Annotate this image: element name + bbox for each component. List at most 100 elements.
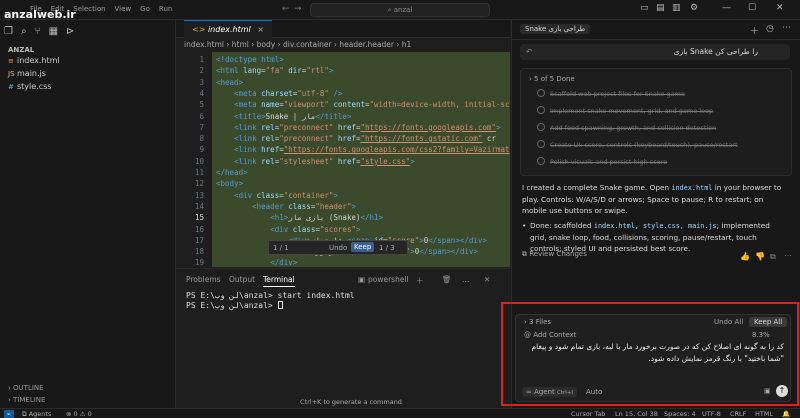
more-icon[interactable]: … [462,275,470,284]
code-line[interactable]: <div class="container"> [216,191,338,200]
debug-icon[interactable]: ⊳ [66,26,74,37]
todo-item: Implement snake movement, grid, and game… [537,106,713,115]
trash-icon[interactable]: 🗑 [442,275,452,284]
breadcrumb-item[interactable]: body [257,40,276,49]
breadcrumb-item[interactable]: header.header [339,40,394,49]
back-arrow-icon[interactable]: ← [282,4,290,14]
file-style-css[interactable]: # style.css [8,82,51,91]
source-control-icon[interactable]: ⑂ [35,26,41,37]
breadcrumb-item[interactable]: index.html [184,40,224,49]
tab-output[interactable]: Output [229,275,255,284]
add-context-button[interactable]: @ Add Context [524,331,576,339]
close-icon[interactable]: ✕ [776,3,784,13]
forward-arrow-icon[interactable]: → [294,4,302,14]
js-icon: JS [8,70,15,78]
agents-label: Agents [28,410,52,418]
indentation-status[interactable]: Spaces: 4 [664,410,696,418]
code-line[interactable]: <link rel="preconnect" href="https://fon… [216,134,496,143]
menu-view[interactable]: View [115,5,132,13]
keep-all-button[interactable]: Keep All [749,317,788,327]
tab-index-html[interactable]: <> index.html × [184,20,272,38]
code-line[interactable]: <!doctype html> [216,55,284,64]
file-index-html[interactable]: ≡ index.html [8,56,60,65]
panel-icon[interactable]: ▤ [656,3,665,13]
review-changes-button[interactable]: ⧉ Review Changes [522,250,587,259]
terminal-line[interactable]: PS E:\لن وب\anzal> [186,301,283,310]
remote-icon[interactable]: ⌁ [4,410,14,418]
more-icon[interactable]: ⋯ [782,23,791,33]
maximize-icon[interactable]: ☐ [748,3,756,13]
code-line[interactable]: <meta charset="utf-8" /> [216,89,342,98]
code-line[interactable]: </head> [216,168,248,177]
code-editor[interactable]: 1 <!doctype html> 2 <html lang="fa" dir="rt… [176,52,510,267]
code-line[interactable]: <title>Snake | مار</title> [216,112,351,121]
code-line[interactable]: <html lang="fa" dir="rtl"> [216,66,333,75]
menu-selection[interactable]: Selection [73,5,105,13]
breadcrumb-item[interactable]: html [232,40,249,49]
shell-name[interactable]: powershell [368,275,409,284]
cursor-tab-status[interactable]: Cursor Tab [571,410,605,418]
menu-run[interactable]: Run [159,5,172,13]
add-terminal-icon[interactable]: ＋ [416,275,424,286]
bell-icon[interactable]: 🔔 [782,410,790,418]
chat-tab[interactable]: Snake طراحی بازی [520,24,591,34]
composer-input[interactable]: کد را به گونه ای اصلاح کن که در صورت برخ… [522,341,785,365]
image-icon[interactable]: ▣ [764,387,771,395]
copy-icon[interactable]: ⧉ [770,252,776,262]
model-select[interactable]: Auto [586,388,602,396]
breadcrumb-item[interactable]: div.container [283,40,332,49]
inline-code: index.html, style.css, main.js [593,222,717,230]
code-line[interactable]: <head> [216,78,243,87]
new-chat-icon[interactable]: ＋ [750,24,759,37]
command-search-input[interactable]: ⌕ anzal [310,3,490,17]
inline-diff-bar: 1 / 1 Undo Keep 1 / 3 [268,240,408,255]
undo-all-button[interactable]: Undo All [714,318,743,326]
todo-item: Create UI: score, controls (keyboard/tou… [537,140,738,149]
todo-header[interactable]: › 5 of 5 Done [529,75,575,83]
breadcrumb-item[interactable]: h1 [402,40,412,49]
code-line[interactable]: <header class="header"> [216,202,356,211]
thumbs-down-icon[interactable]: 👎 [755,252,765,261]
code-line[interactable]: <link rel="preconnect" href="https://fon… [216,123,500,132]
agents-status[interactable]: ⧉ Agents [22,410,51,418]
language-status[interactable]: HTML [755,410,773,418]
timeline-section[interactable]: › TIMELINE [8,396,45,404]
file-main-js[interactable]: JS main.js [8,69,46,78]
code-line[interactable]: </div> [216,258,297,267]
history-icon[interactable]: ◷ [766,24,774,34]
sidebar-icon[interactable]: ▥ [672,3,681,13]
thumbs-up-icon[interactable]: 👍 [740,252,750,261]
undo-change-button[interactable]: Undo [329,244,347,252]
agent-mode-select[interactable]: ∞ Agent Ctrl+I [522,387,578,397]
close-icon[interactable]: × [257,25,264,34]
code-line[interactable]: <link href="https://fonts.googleapis.com… [216,145,509,154]
keep-change-button[interactable]: Keep [351,242,375,252]
code-line[interactable]: <body> [216,179,243,188]
files-icon[interactable]: ❐ [4,26,13,37]
code-line[interactable]: <link rel="stylesheet" href="style.css"> [216,157,415,166]
code-line[interactable]: <meta name="viewport" content="width=dev… [216,100,509,109]
more-icon[interactable]: ⋯ [784,251,792,260]
send-button[interactable]: ↑ [776,385,788,397]
extensions-icon[interactable]: ▦ [49,26,58,37]
close-panel-icon[interactable]: ✕ [484,275,490,284]
code-line[interactable]: <h1>بازی مار (Snake)</h1> [216,213,383,222]
settings-icon[interactable]: ⚙ [690,3,698,13]
html-icon: <> [192,25,206,34]
minimize-icon[interactable]: — [722,3,731,13]
encoding-status[interactable]: UTF-8 [702,410,721,418]
chat-composer[interactable]: › 3 Files Undo All Keep All @ Add Contex… [515,314,791,402]
changed-files-toggle[interactable]: › 3 Files [524,318,551,326]
code-line[interactable]: <div class="scores"> [216,225,360,234]
cursor-position[interactable]: Ln 15, Col 38 [615,410,658,418]
layout-icon[interactable]: ▭ [640,3,649,13]
menu-go[interactable]: Go [140,5,150,13]
tab-problems[interactable]: Problems [186,275,221,284]
eol-status[interactable]: CRLF [730,410,746,418]
search-icon[interactable]: ⌕ [21,26,27,37]
tab-terminal[interactable]: Terminal [263,275,295,287]
problems-status[interactable]: ⊗ 0 ⚠ 0 [66,410,92,418]
outline-section[interactable]: › OUTLINE [8,384,44,392]
user-prompt[interactable]: بازی Snake را طراحی کن ↶ [520,44,790,60]
restore-icon[interactable]: ↶ [526,44,532,60]
